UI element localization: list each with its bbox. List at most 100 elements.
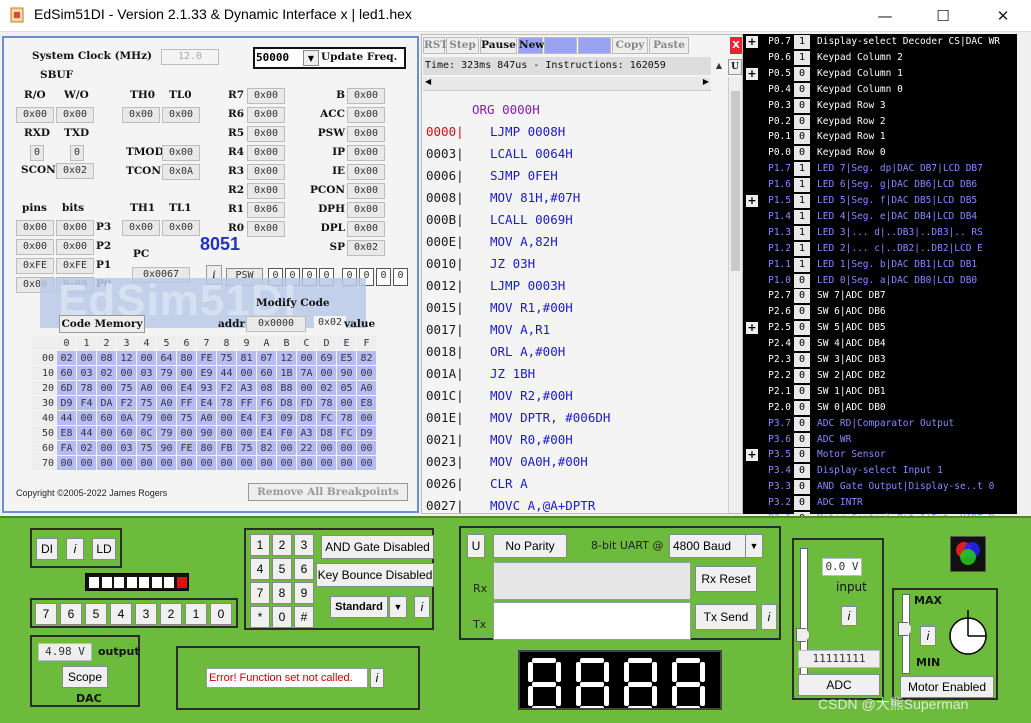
mem-byte[interactable]: 00 (317, 366, 336, 380)
port-pin-value[interactable]: 0 (794, 353, 810, 367)
mem-byte[interactable]: 78 (337, 411, 356, 425)
mem-byte[interactable]: D9 (357, 426, 376, 440)
port-pin-value[interactable]: 0 (794, 384, 810, 399)
mem-byte[interactable]: 08 (257, 381, 276, 395)
mem-byte[interactable]: 08 (97, 351, 116, 365)
mem-byte[interactable]: 00 (77, 411, 96, 425)
port-pin-value[interactable]: 1 (794, 162, 810, 177)
info-button[interactable]: i (370, 668, 384, 688)
mem-byte[interactable]: 00 (97, 441, 116, 455)
mem-byte[interactable]: 80 (177, 351, 196, 365)
mem-byte[interactable]: 00 (157, 456, 176, 470)
u-button[interactable]: U (728, 59, 742, 75)
sbuf-read[interactable]: 0x00 (16, 107, 54, 123)
parity-button[interactable]: No Parity (493, 534, 567, 558)
switch-button[interactable]: 2 (160, 603, 182, 625)
port-pins-field[interactable]: 0xFE (16, 258, 54, 274)
code-line[interactable]: 001C| MOV R2,#00H (426, 385, 573, 407)
psw-bit[interactable]: 0 (376, 268, 391, 286)
port-bits-field[interactable]: 0x00 (56, 220, 94, 236)
mem-byte[interactable]: 78 (217, 396, 236, 410)
mem-byte[interactable]: E4 (177, 381, 196, 395)
code-line[interactable]: 001E| MOV DPTR, #006DH (426, 407, 610, 429)
sfr-field[interactable]: 0x00 (347, 126, 385, 142)
info-button[interactable]: i (841, 606, 857, 626)
mem-byte[interactable]: 93 (197, 381, 216, 395)
mem-byte[interactable]: 79 (137, 411, 156, 425)
port-pin-value[interactable]: 0 (794, 432, 810, 447)
keypad-key[interactable]: 3 (294, 534, 314, 556)
mem-byte[interactable]: FE (177, 441, 196, 455)
mem-byte[interactable]: D9 (57, 396, 76, 410)
sfr-field[interactable]: 0x00 (347, 145, 385, 161)
mem-byte[interactable]: 69 (317, 351, 336, 365)
mem-byte[interactable]: 75 (117, 381, 136, 395)
port-pin-value[interactable]: 1 (794, 241, 810, 256)
tx-send-button[interactable]: Tx Send (695, 604, 757, 630)
mem-byte[interactable]: 80 (197, 441, 216, 455)
mem-byte[interactable]: FC (317, 411, 336, 425)
mem-byte[interactable]: 00 (97, 456, 116, 470)
sfr-field[interactable]: 0x00 (347, 164, 385, 180)
expand-plus-icon[interactable]: + (746, 36, 758, 48)
scroll-up-icon[interactable]: ▲ (712, 57, 726, 75)
toolbar-pause-button[interactable]: Pause (480, 37, 517, 54)
sfr-field[interactable]: 0x00 (347, 221, 385, 237)
mem-byte[interactable]: 60 (117, 426, 136, 440)
mem-byte[interactable]: 81 (237, 351, 256, 365)
mem-byte[interactable]: B8 (277, 381, 296, 395)
mem-byte[interactable]: 02 (317, 381, 336, 395)
and-gate-button[interactable]: AND Gate Disabled (321, 535, 434, 559)
sfr-field[interactable]: 0x00 (347, 183, 385, 199)
mem-byte[interactable]: F2 (117, 396, 136, 410)
register-field[interactable]: 0x00 (247, 126, 285, 142)
mem-byte[interactable]: 60 (97, 411, 116, 425)
mem-byte[interactable]: A0 (157, 396, 176, 410)
mem-byte[interactable]: 00 (137, 351, 156, 365)
info-button[interactable]: i (414, 596, 430, 618)
mem-byte[interactable]: 00 (337, 441, 356, 455)
code-line[interactable]: 001A| JZ 1BH (426, 363, 535, 385)
port-pin-value[interactable]: 0 (794, 464, 810, 479)
mem-byte[interactable]: 00 (217, 411, 236, 425)
mem-byte[interactable]: 78 (317, 396, 336, 410)
code-line[interactable]: 0023| MOV 0A0H,#00H (426, 451, 588, 473)
port-pin-value[interactable]: 0 (794, 337, 810, 352)
mem-byte[interactable]: 44 (217, 366, 236, 380)
rgb-color-icon[interactable] (950, 536, 986, 572)
mem-byte[interactable]: A0 (137, 381, 156, 395)
port-pin-value[interactable]: 0 (794, 146, 810, 161)
adc-input-field[interactable]: 0.0 V (822, 558, 862, 576)
mem-byte[interactable]: 75 (177, 411, 196, 425)
mem-byte[interactable]: 00 (177, 456, 196, 470)
switch-button[interactable]: 5 (85, 603, 107, 625)
keypad-key[interactable]: 4 (250, 558, 270, 580)
mem-byte[interactable]: 00 (137, 456, 156, 470)
mem-byte[interactable]: 02 (57, 351, 76, 365)
tcon-field[interactable]: 0x0A (162, 164, 200, 180)
key-bounce-button[interactable]: Key Bounce Disabled (316, 563, 434, 587)
mem-byte[interactable]: 00 (257, 456, 276, 470)
keypad-key[interactable]: 6 (294, 558, 314, 580)
toolbar-save-button[interactable]: Save (578, 37, 611, 54)
mem-byte[interactable]: 03 (77, 366, 96, 380)
port-bits-field[interactable]: 0x00 (56, 239, 94, 255)
rxd-field[interactable]: 0 (30, 145, 44, 161)
mem-byte[interactable]: 00 (357, 366, 376, 380)
code-line[interactable]: 0027| MOVC A,@A+DPTR (426, 495, 595, 513)
port-pin-value[interactable]: 1 (794, 257, 810, 272)
mem-byte[interactable]: 60 (57, 366, 76, 380)
close-button[interactable]: ✕ (980, 2, 1026, 30)
mem-byte[interactable]: A3 (237, 381, 256, 395)
chevron-down-icon[interactable]: ▼ (303, 50, 319, 66)
mem-byte[interactable]: 09 (277, 411, 296, 425)
keypad-key[interactable]: 5 (272, 558, 292, 580)
port-pins-field[interactable]: 0x00 (16, 239, 54, 255)
expand-plus-icon[interactable]: + (746, 322, 758, 335)
mem-byte[interactable]: 82 (257, 441, 276, 455)
maximize-button[interactable]: ☐ (920, 2, 966, 30)
scroll-right-icon[interactable]: ▶ (703, 77, 709, 86)
mem-byte[interactable]: E9 (197, 366, 216, 380)
close-code-button[interactable]: X (730, 37, 742, 54)
mem-byte[interactable]: 02 (77, 441, 96, 455)
